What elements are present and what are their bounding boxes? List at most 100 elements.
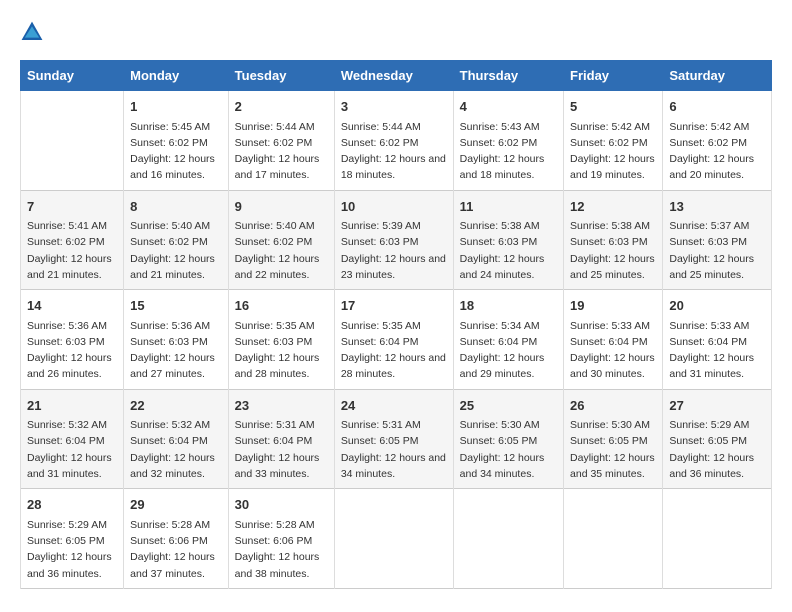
day-info: Sunrise: 5:38 AMSunset: 6:03 PMDaylight:… [460,218,557,283]
header-row: SundayMondayTuesdayWednesdayThursdayFrid… [21,61,772,91]
day-cell: 25Sunrise: 5:30 AMSunset: 6:05 PMDayligh… [453,389,563,489]
day-number: 24 [341,396,447,416]
day-info: Sunrise: 5:31 AMSunset: 6:05 PMDaylight:… [341,417,447,482]
header-cell-tuesday: Tuesday [228,61,334,91]
day-number: 19 [570,296,656,316]
week-row-4: 28Sunrise: 5:29 AMSunset: 6:05 PMDayligh… [21,489,772,589]
week-row-3: 21Sunrise: 5:32 AMSunset: 6:04 PMDayligh… [21,389,772,489]
day-number: 29 [130,495,222,515]
day-number: 10 [341,197,447,217]
day-info: Sunrise: 5:40 AMSunset: 6:02 PMDaylight:… [235,218,328,283]
day-number: 16 [235,296,328,316]
calendar-table: SundayMondayTuesdayWednesdayThursdayFrid… [20,60,772,589]
day-number: 28 [27,495,117,515]
day-cell: 21Sunrise: 5:32 AMSunset: 6:04 PMDayligh… [21,389,124,489]
day-number: 23 [235,396,328,416]
day-number: 25 [460,396,557,416]
header-cell-sunday: Sunday [21,61,124,91]
day-cell: 28Sunrise: 5:29 AMSunset: 6:05 PMDayligh… [21,489,124,589]
week-row-0: 1Sunrise: 5:45 AMSunset: 6:02 PMDaylight… [21,91,772,191]
day-info: Sunrise: 5:43 AMSunset: 6:02 PMDaylight:… [460,119,557,184]
day-number: 9 [235,197,328,217]
day-info: Sunrise: 5:32 AMSunset: 6:04 PMDaylight:… [27,417,117,482]
day-cell: 15Sunrise: 5:36 AMSunset: 6:03 PMDayligh… [124,290,229,390]
day-info: Sunrise: 5:42 AMSunset: 6:02 PMDaylight:… [669,119,765,184]
day-info: Sunrise: 5:38 AMSunset: 6:03 PMDaylight:… [570,218,656,283]
day-cell: 19Sunrise: 5:33 AMSunset: 6:04 PMDayligh… [564,290,663,390]
day-number: 21 [27,396,117,416]
day-number: 7 [27,197,117,217]
day-cell: 16Sunrise: 5:35 AMSunset: 6:03 PMDayligh… [228,290,334,390]
day-cell: 3Sunrise: 5:44 AMSunset: 6:02 PMDaylight… [334,91,453,191]
day-cell: 8Sunrise: 5:40 AMSunset: 6:02 PMDaylight… [124,190,229,290]
day-info: Sunrise: 5:36 AMSunset: 6:03 PMDaylight:… [27,318,117,383]
day-cell: 4Sunrise: 5:43 AMSunset: 6:02 PMDaylight… [453,91,563,191]
day-number: 2 [235,97,328,117]
week-row-1: 7Sunrise: 5:41 AMSunset: 6:02 PMDaylight… [21,190,772,290]
header-cell-wednesday: Wednesday [334,61,453,91]
day-info: Sunrise: 5:33 AMSunset: 6:04 PMDaylight:… [669,318,765,383]
day-cell: 24Sunrise: 5:31 AMSunset: 6:05 PMDayligh… [334,389,453,489]
page-header [20,20,772,44]
header-cell-thursday: Thursday [453,61,563,91]
day-cell: 12Sunrise: 5:38 AMSunset: 6:03 PMDayligh… [564,190,663,290]
logo-icon [20,20,44,44]
day-info: Sunrise: 5:36 AMSunset: 6:03 PMDaylight:… [130,318,222,383]
logo [20,20,48,44]
day-info: Sunrise: 5:41 AMSunset: 6:02 PMDaylight:… [27,218,117,283]
header-cell-monday: Monday [124,61,229,91]
day-info: Sunrise: 5:40 AMSunset: 6:02 PMDaylight:… [130,218,222,283]
day-cell: 17Sunrise: 5:35 AMSunset: 6:04 PMDayligh… [334,290,453,390]
day-number: 13 [669,197,765,217]
week-row-2: 14Sunrise: 5:36 AMSunset: 6:03 PMDayligh… [21,290,772,390]
day-info: Sunrise: 5:45 AMSunset: 6:02 PMDaylight:… [130,119,222,184]
day-info: Sunrise: 5:29 AMSunset: 6:05 PMDaylight:… [27,517,117,582]
day-number: 17 [341,296,447,316]
day-cell [334,489,453,589]
day-cell: 14Sunrise: 5:36 AMSunset: 6:03 PMDayligh… [21,290,124,390]
day-info: Sunrise: 5:37 AMSunset: 6:03 PMDaylight:… [669,218,765,283]
day-number: 27 [669,396,765,416]
day-info: Sunrise: 5:39 AMSunset: 6:03 PMDaylight:… [341,218,447,283]
day-cell [453,489,563,589]
day-info: Sunrise: 5:32 AMSunset: 6:04 PMDaylight:… [130,417,222,482]
day-number: 12 [570,197,656,217]
day-info: Sunrise: 5:28 AMSunset: 6:06 PMDaylight:… [130,517,222,582]
day-number: 4 [460,97,557,117]
day-cell [663,489,772,589]
header-cell-friday: Friday [564,61,663,91]
day-cell: 6Sunrise: 5:42 AMSunset: 6:02 PMDaylight… [663,91,772,191]
day-info: Sunrise: 5:28 AMSunset: 6:06 PMDaylight:… [235,517,328,582]
day-cell: 26Sunrise: 5:30 AMSunset: 6:05 PMDayligh… [564,389,663,489]
calendar-header: SundayMondayTuesdayWednesdayThursdayFrid… [21,61,772,91]
day-info: Sunrise: 5:34 AMSunset: 6:04 PMDaylight:… [460,318,557,383]
day-number: 3 [341,97,447,117]
day-cell: 30Sunrise: 5:28 AMSunset: 6:06 PMDayligh… [228,489,334,589]
day-cell: 9Sunrise: 5:40 AMSunset: 6:02 PMDaylight… [228,190,334,290]
day-number: 1 [130,97,222,117]
day-number: 6 [669,97,765,117]
header-cell-saturday: Saturday [663,61,772,91]
day-cell: 22Sunrise: 5:32 AMSunset: 6:04 PMDayligh… [124,389,229,489]
day-number: 15 [130,296,222,316]
day-number: 14 [27,296,117,316]
day-cell: 29Sunrise: 5:28 AMSunset: 6:06 PMDayligh… [124,489,229,589]
day-info: Sunrise: 5:35 AMSunset: 6:04 PMDaylight:… [341,318,447,383]
day-cell: 20Sunrise: 5:33 AMSunset: 6:04 PMDayligh… [663,290,772,390]
day-cell [21,91,124,191]
calendar-body: 1Sunrise: 5:45 AMSunset: 6:02 PMDaylight… [21,91,772,589]
day-info: Sunrise: 5:44 AMSunset: 6:02 PMDaylight:… [341,119,447,184]
day-number: 5 [570,97,656,117]
day-cell: 11Sunrise: 5:38 AMSunset: 6:03 PMDayligh… [453,190,563,290]
day-info: Sunrise: 5:31 AMSunset: 6:04 PMDaylight:… [235,417,328,482]
day-cell: 27Sunrise: 5:29 AMSunset: 6:05 PMDayligh… [663,389,772,489]
day-info: Sunrise: 5:35 AMSunset: 6:03 PMDaylight:… [235,318,328,383]
day-number: 20 [669,296,765,316]
day-number: 22 [130,396,222,416]
day-number: 18 [460,296,557,316]
day-cell: 10Sunrise: 5:39 AMSunset: 6:03 PMDayligh… [334,190,453,290]
day-number: 11 [460,197,557,217]
day-info: Sunrise: 5:29 AMSunset: 6:05 PMDaylight:… [669,417,765,482]
day-cell: 13Sunrise: 5:37 AMSunset: 6:03 PMDayligh… [663,190,772,290]
day-info: Sunrise: 5:44 AMSunset: 6:02 PMDaylight:… [235,119,328,184]
